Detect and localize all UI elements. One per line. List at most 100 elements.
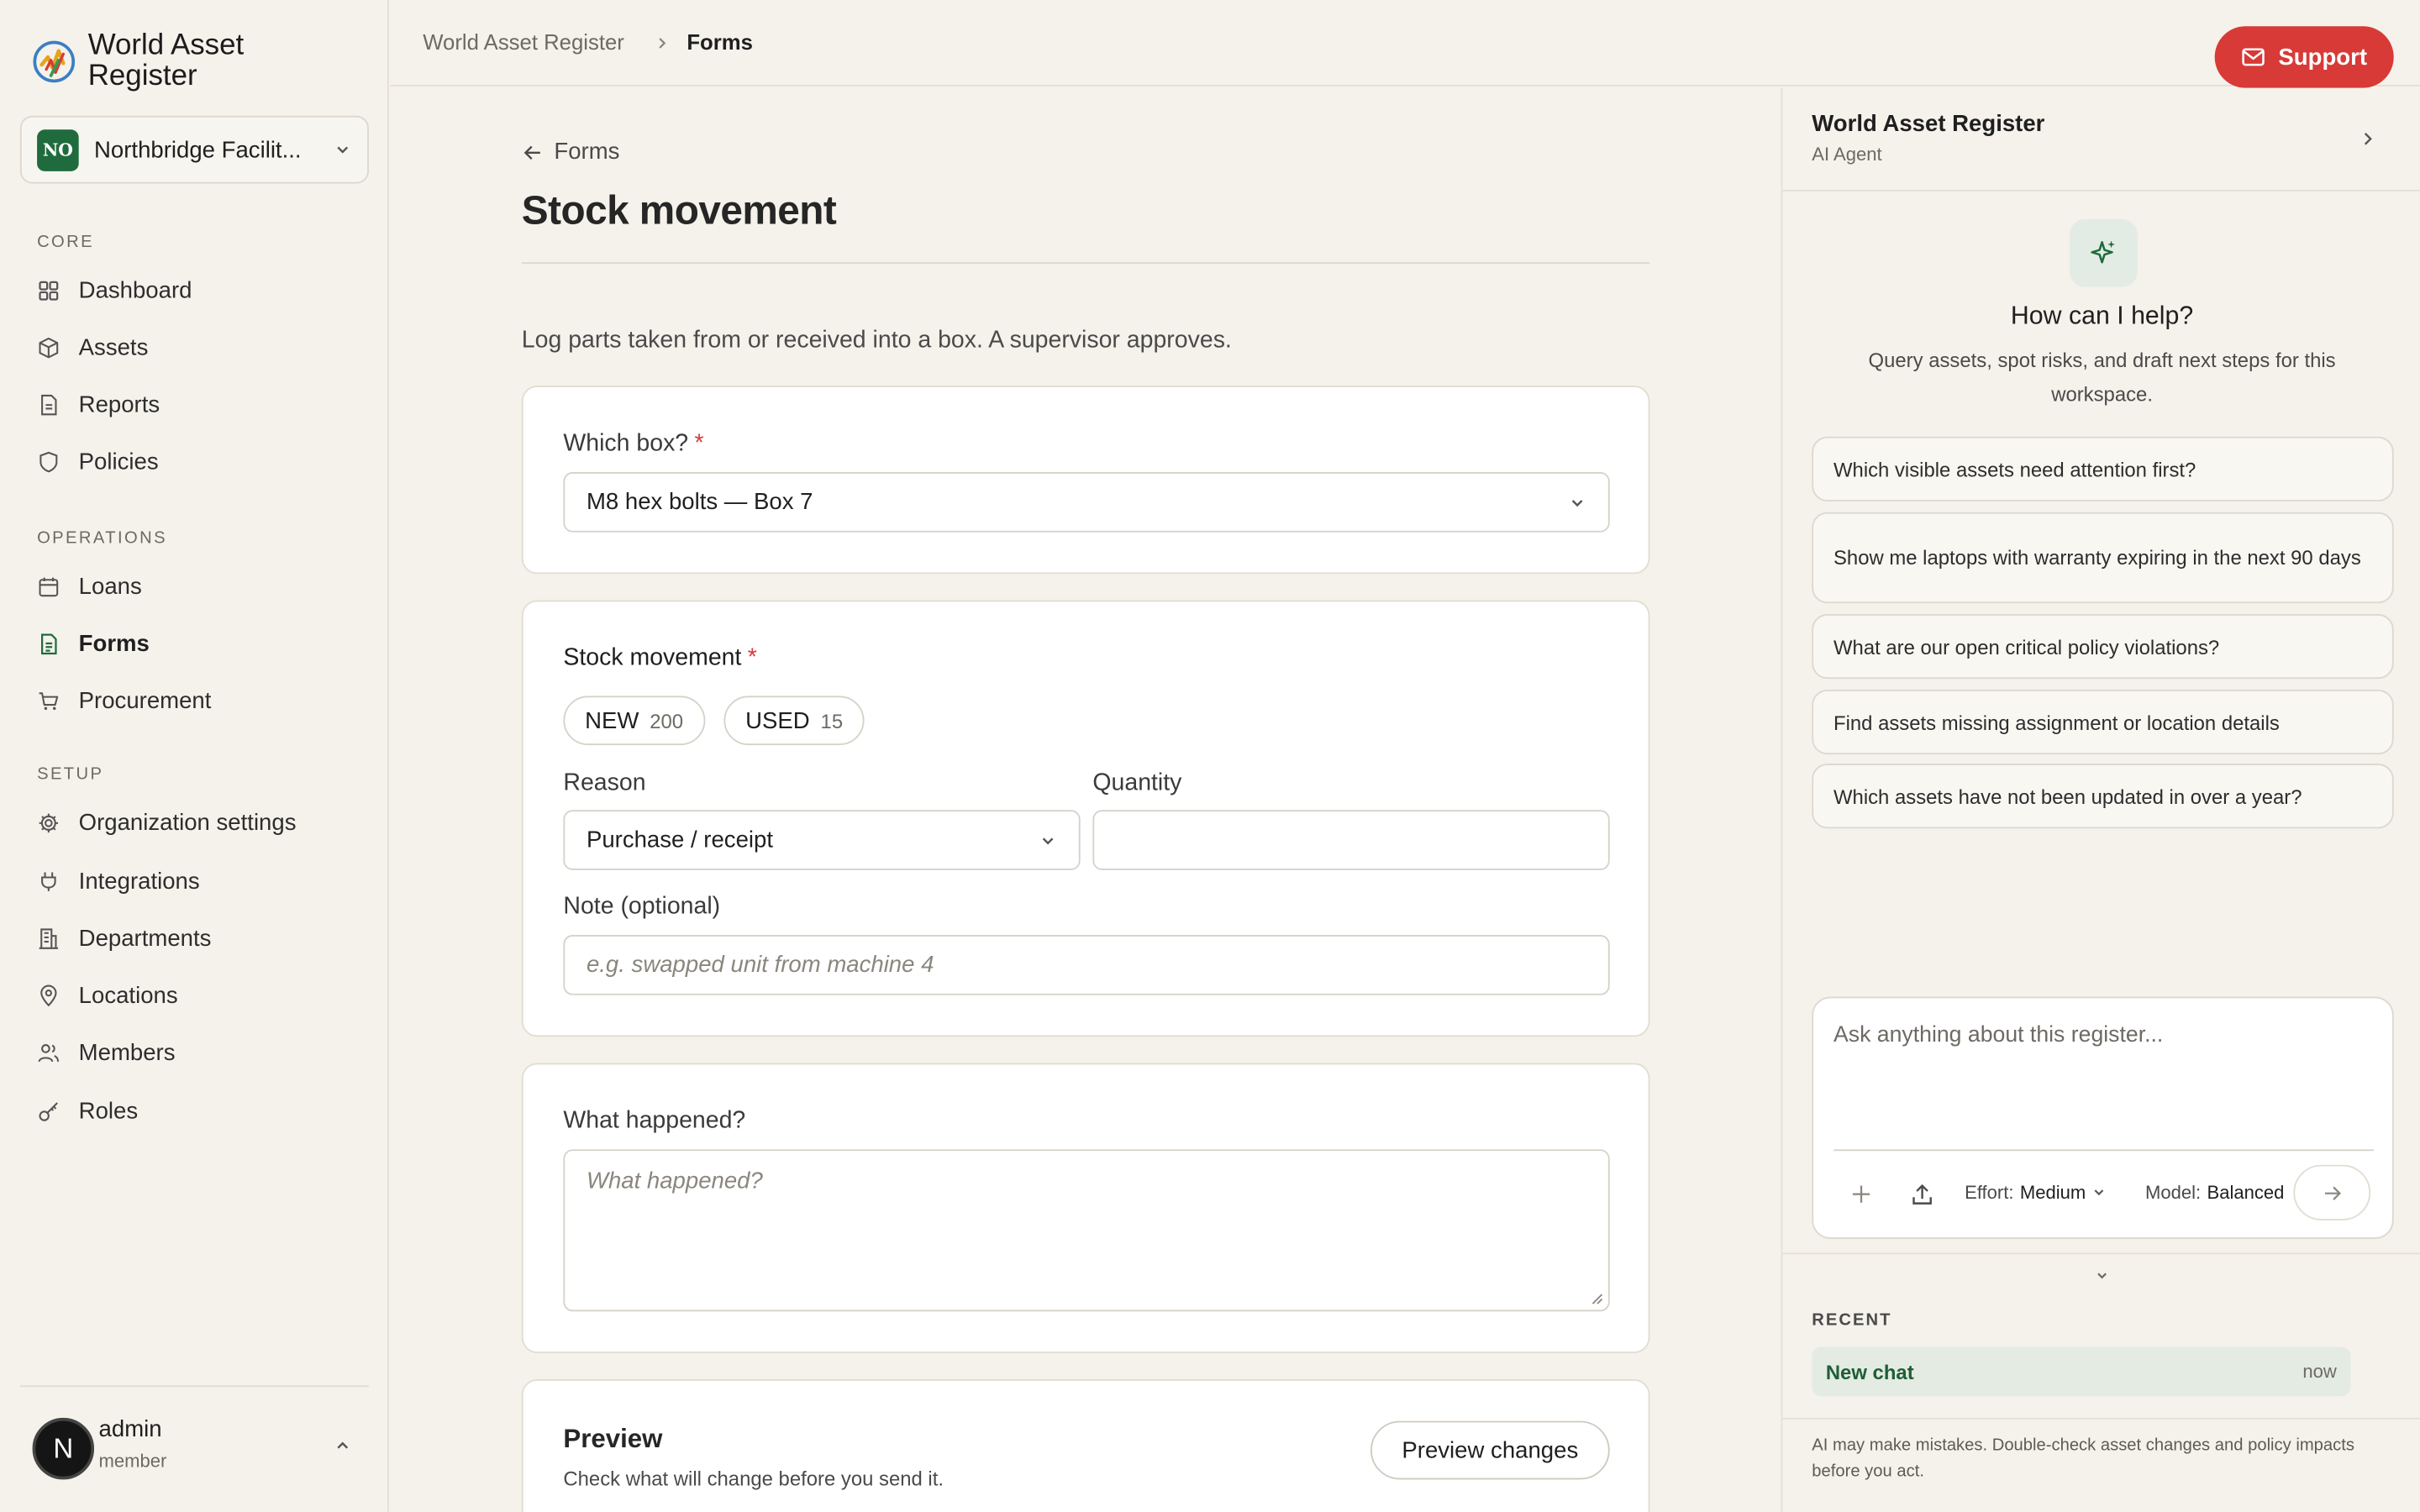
section-core: CORE [37, 233, 95, 252]
sidebar-item-org-settings[interactable]: Organization settings [37, 804, 297, 841]
note-placeholder: e.g. swapped unit from machine 4 [586, 952, 934, 979]
box-select-value: M8 hex bolts — Box 7 [586, 489, 813, 516]
sidebar-item-label: Loans [78, 573, 142, 600]
back-to-forms-link[interactable]: Forms [522, 139, 620, 165]
shield-icon [39, 450, 58, 472]
model-select[interactable]: Model: Balanced [2145, 1182, 2306, 1204]
chevron-right-icon[interactable] [2358, 129, 2376, 148]
what-happened-card: What happened? What happened? [521, 1063, 1650, 1353]
sidebar-item-members[interactable]: Members [37, 1034, 175, 1071]
sidebar-item-departments[interactable]: Departments [37, 920, 211, 957]
chevron-down-icon [1042, 837, 1054, 844]
brand[interactable]: World Asset Register [31, 29, 289, 93]
org-switcher[interactable]: NO Northbridge Facilit... [19, 115, 369, 184]
form-icon [40, 633, 57, 654]
what-happened-placeholder: What happened? [586, 1168, 763, 1194]
suggestion-chip[interactable]: Show me laptops with warranty expiring i… [1812, 512, 2394, 604]
suggestion-chip[interactable]: What are our open critical policy violat… [1812, 614, 2394, 680]
stock-movement-card: Stock movement * NEW 200 USED 15 Reason Pur… [521, 600, 1650, 1037]
cart-icon [39, 691, 59, 710]
chevron-down-icon [337, 146, 349, 154]
sparkle-badge [2070, 218, 2138, 287]
sidebar-item-label: Reports [78, 391, 160, 417]
arrow-left-icon [523, 144, 540, 160]
sidebar-item-reports[interactable]: Reports [37, 386, 160, 423]
note-label: Note (optional) [563, 893, 721, 920]
users-icon [38, 1043, 60, 1062]
back-label: Forms [554, 139, 620, 165]
preview-card: Preview Check what will change before yo… [521, 1379, 1650, 1512]
org-name: Northbridge Facilit... [94, 136, 302, 163]
suggestion-chip[interactable]: Which assets have not been updated in ov… [1812, 764, 2394, 829]
form-intro: Log parts taken from or received into a … [521, 327, 1232, 354]
agent-divider [1782, 1252, 2420, 1255]
breadcrumb-root[interactable]: World Asset Register [423, 29, 624, 54]
calendar-icon [39, 576, 59, 596]
plus-icon[interactable] [1850, 1184, 1872, 1205]
reason-select[interactable]: Purchase / receipt [563, 810, 1081, 870]
sidebar-item-label: Integrations [78, 868, 200, 895]
suggestion-chip[interactable]: Which visible assets need attention firs… [1812, 436, 2394, 501]
sidebar-item-assets[interactable]: Assets [37, 328, 148, 365]
recent-chat-item[interactable]: New chat now [1812, 1347, 2351, 1397]
chevron-up-icon [337, 1441, 349, 1449]
sidebar-item-loans[interactable]: Loans [37, 568, 142, 605]
note-input[interactable]: e.g. swapped unit from machine 4 [563, 935, 1610, 995]
sidebar-item-label: Forms [78, 630, 150, 657]
pill-new[interactable]: NEW 200 [563, 696, 705, 746]
chevron-right-icon [659, 38, 666, 49]
sidebar-item-procurement[interactable]: Procurement [37, 682, 211, 719]
sidebar-item-integrations[interactable]: Integrations [37, 863, 200, 900]
reason-label: Reason [563, 769, 646, 796]
recent-label: RECENT [1812, 1311, 1892, 1331]
sidebar-item-forms[interactable]: Forms [37, 625, 150, 662]
box-select[interactable]: M8 hex bolts — Box 7 [563, 472, 1610, 533]
sidebar-item-roles[interactable]: Roles [37, 1092, 138, 1129]
quantity-input[interactable] [1092, 810, 1610, 870]
support-button[interactable]: Support [2214, 26, 2394, 88]
map-pin-icon [40, 984, 57, 1006]
agent-header: World Asset Register AI Agent [1782, 88, 2420, 192]
quantity-label: Quantity [1092, 769, 1182, 796]
org-badge: NO [37, 129, 79, 171]
preview-changes-button[interactable]: Preview changes [1370, 1420, 1610, 1480]
chevron-down-icon [1571, 499, 1583, 507]
resize-handle-icon[interactable] [1591, 1293, 1604, 1305]
help-subtitle: Query assets, spot risks, and draft next… [1868, 349, 2336, 407]
footer-divider [1782, 1417, 2420, 1420]
chat-composer: Ask anything about this register... Effo… [1812, 996, 2394, 1239]
user-menu[interactable]: N admin member [19, 1385, 369, 1512]
gear-icon [39, 812, 59, 832]
sidebar-item-label: Organization settings [78, 809, 297, 836]
send-button[interactable] [2293, 1164, 2371, 1221]
composer-divider [1833, 1149, 2374, 1152]
help-title: How can I help? [2010, 302, 2194, 331]
upload-icon[interactable] [1911, 1184, 1934, 1207]
section-setup: SETUP [37, 765, 104, 785]
sidebar-item-dashboard[interactable]: Dashboard [37, 271, 192, 308]
sidebar-item-locations[interactable]: Locations [37, 977, 178, 1014]
sidebar-item-policies[interactable]: Policies [37, 443, 159, 480]
user-role: member [98, 1450, 167, 1473]
file-text-icon [41, 393, 57, 415]
box-label: Which box? * [563, 430, 704, 457]
agent-title: World Asset Register [1812, 111, 2045, 138]
suggestion-chip[interactable]: Find assets missing assignment or locati… [1812, 690, 2394, 755]
recent-chat-time: now [2302, 1360, 2337, 1383]
chevron-down-icon [2095, 1189, 2105, 1196]
arrow-right-icon [2324, 1185, 2341, 1200]
sidebar-item-label: Departments [78, 925, 212, 952]
ai-disclaimer: AI may make mistakes. Double-check asset… [1812, 1436, 2354, 1482]
what-happened-textarea[interactable]: What happened? [563, 1149, 1610, 1312]
plug-icon [41, 871, 56, 890]
pill-used[interactable]: USED 15 [723, 696, 865, 746]
sidebar: World Asset Register NO Northbridge Faci… [0, 0, 389, 1512]
support-label: Support [2278, 44, 2368, 71]
chat-input[interactable]: Ask anything about this register... [1833, 1023, 2163, 1047]
key-icon [39, 1101, 58, 1121]
app-name: World Asset Register [87, 29, 245, 93]
sidebar-item-label: Policies [78, 448, 159, 475]
top-bar: World Asset Register Forms Support [390, 0, 2420, 88]
chevron-down-icon[interactable] [2094, 1268, 2109, 1284]
effort-select[interactable]: Effort: Medium [1965, 1182, 2107, 1204]
